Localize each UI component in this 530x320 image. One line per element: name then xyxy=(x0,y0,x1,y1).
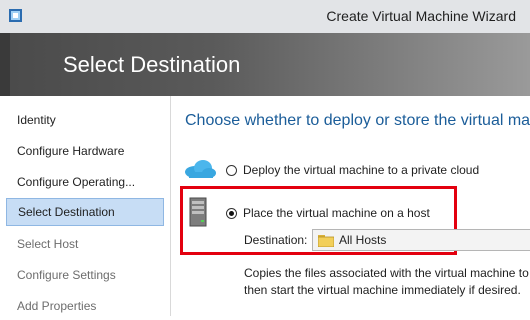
deploy-private-cloud-radio[interactable] xyxy=(226,165,237,176)
sidebar-item-select-host: Select Host xyxy=(17,237,79,251)
page-title: Select Destination xyxy=(63,52,241,77)
sidebar-item-select-destination[interactable]: Select Destination xyxy=(6,198,164,226)
sidebar-item-configure-settings: Configure Settings xyxy=(17,268,116,282)
cloud-icon xyxy=(185,160,216,178)
folder-icon xyxy=(318,235,334,247)
sidebar-item-identity[interactable]: Identity xyxy=(6,106,164,134)
destination-label: Destination: xyxy=(244,233,308,247)
sidebar-item-configure-hardware[interactable]: Configure Hardware xyxy=(6,137,164,165)
description-line-1: Copies the files associated with the vir… xyxy=(244,266,529,280)
header-accent xyxy=(0,33,10,96)
place-on-host-radio[interactable] xyxy=(226,208,237,219)
section-heading: Choose whether to deploy or store the vi… xyxy=(185,112,530,129)
description-line-2: then start the virtual machine immediate… xyxy=(244,283,521,297)
sidebar-item-configure-operating[interactable]: Configure Operating... xyxy=(6,168,164,196)
destination-value: All Hosts xyxy=(339,233,387,247)
server-icon xyxy=(189,197,207,227)
deploy-private-cloud-label[interactable]: Deploy the virtual machine to a private … xyxy=(243,163,479,177)
place-on-host-label[interactable]: Place the virtual machine on a host xyxy=(243,206,430,220)
option-description: Copies the files associated with the vir… xyxy=(244,265,530,299)
window-title: Create Virtual Machine Wizard xyxy=(326,8,516,24)
